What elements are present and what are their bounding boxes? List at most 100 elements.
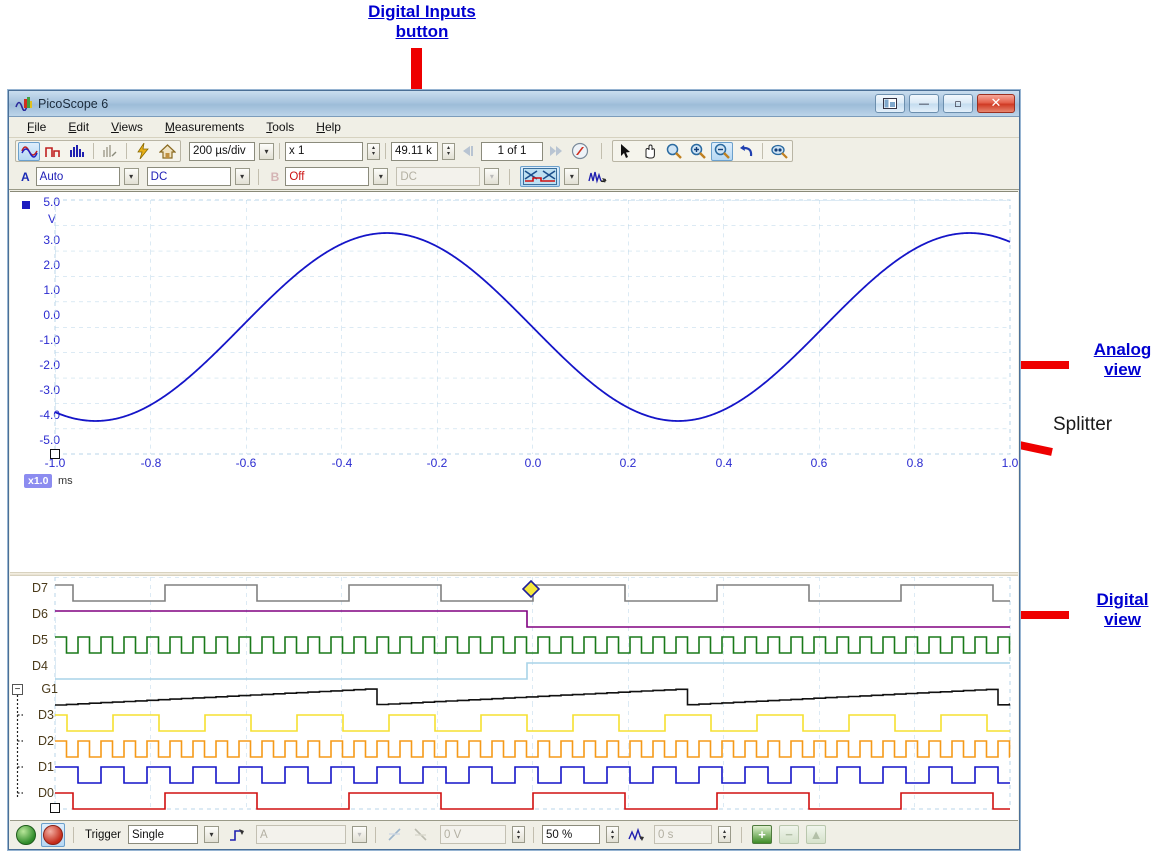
trigger-mode-dropdown[interactable]: ▾ bbox=[204, 826, 219, 843]
bar-view-button[interactable] bbox=[66, 142, 88, 161]
digital-label-d5[interactable]: D5 bbox=[18, 633, 48, 647]
post-trigger-delay-spinner[interactable]: ▴ ▾ bbox=[718, 826, 731, 843]
toolbar-separator-2 bbox=[126, 143, 127, 159]
digital-view-pane[interactable]: D7 D6 D5 D4 − G1 D3 D2 D1 D0 bbox=[10, 577, 1018, 821]
zoom-in-tool-button[interactable] bbox=[687, 142, 709, 161]
samples-spinner[interactable]: ▴ ▾ bbox=[442, 142, 455, 160]
rising-slope-icon bbox=[388, 828, 401, 841]
trigger-slope-rising-button[interactable] bbox=[384, 825, 406, 844]
trigger-level-value: 0 V bbox=[444, 828, 462, 841]
splitter[interactable] bbox=[10, 572, 1018, 576]
home-button[interactable] bbox=[156, 142, 178, 161]
x-scale-badge[interactable]: x1.0 bbox=[24, 474, 53, 488]
analog-plot bbox=[54, 199, 1011, 455]
buffer-prev-button[interactable] bbox=[457, 142, 479, 161]
multiplier-spinner[interactable]: ▴ ▾ bbox=[367, 142, 380, 160]
restore-layout-button[interactable] bbox=[875, 94, 905, 113]
x-tick-04: 0.4 bbox=[715, 456, 733, 470]
spectrum-view-button[interactable] bbox=[42, 142, 64, 161]
channel-b-coupling-dropdown[interactable]: ▾ bbox=[484, 168, 500, 185]
buffer-field[interactable]: 1 of 1 bbox=[481, 141, 543, 161]
timebase-dropdown[interactable]: ▾ bbox=[259, 142, 274, 160]
digital-label-d6[interactable]: D6 bbox=[18, 607, 48, 621]
post-trigger-button[interactable] bbox=[626, 825, 648, 844]
minimize-button[interactable]: — bbox=[909, 94, 939, 113]
sep-zoom bbox=[762, 143, 763, 159]
collapse-view-button[interactable]: ▲ bbox=[806, 825, 826, 844]
trigger-slope-falling-button[interactable] bbox=[410, 825, 432, 844]
channel-a-range-dropdown[interactable]: ▾ bbox=[123, 168, 139, 185]
channel-b-coupling-field[interactable]: DC bbox=[396, 167, 481, 186]
maximize-button[interactable]: ▫ bbox=[943, 94, 973, 113]
zoom-out-tool-button[interactable] bbox=[711, 141, 733, 161]
channel-a-coupling-dropdown[interactable]: ▾ bbox=[234, 168, 250, 185]
digital-label-d4[interactable]: D4 bbox=[18, 659, 48, 673]
channel-a-label[interactable]: A bbox=[21, 170, 30, 184]
menu-file[interactable]: File bbox=[27, 120, 46, 134]
x-tick-m06: -0.6 bbox=[235, 456, 257, 470]
channel-b-label[interactable]: B bbox=[271, 170, 280, 184]
pretrigger-spinner[interactable]: ▴ ▾ bbox=[606, 826, 619, 843]
graph-area: 5.0 V 3.0 2.0 1.0 0.0 -1.0 -2.0 -3.0 -4.… bbox=[10, 191, 1018, 821]
multiplier-field[interactable]: x 1 bbox=[285, 141, 363, 161]
digital-label-d7[interactable]: D7 bbox=[18, 581, 48, 595]
menu-help[interactable]: Help bbox=[316, 120, 341, 134]
pointer-tool-button[interactable] bbox=[615, 142, 637, 161]
mixed-signal-icon bbox=[588, 171, 607, 184]
main-toolbar: 200 µs/div ▾ x 1 ▴ ▾ 49.11 k ▴ ▾ 1 of 1 bbox=[9, 138, 1019, 164]
close-button[interactable]: ✕ bbox=[977, 94, 1015, 113]
trigger-edge-button[interactable] bbox=[226, 825, 248, 844]
stop-capture-button[interactable] bbox=[41, 822, 65, 847]
persistence-view-button[interactable] bbox=[99, 142, 121, 161]
trigger-mode-field[interactable]: Single bbox=[128, 825, 198, 844]
buffer-next-button[interactable] bbox=[545, 142, 567, 161]
samples-field[interactable]: 49.11 k bbox=[391, 141, 438, 161]
buffer-value: 1 of 1 bbox=[497, 145, 527, 157]
group-tree-lines bbox=[16, 695, 23, 797]
zoom-tools-group bbox=[612, 140, 793, 162]
start-capture-button[interactable] bbox=[15, 824, 37, 846]
annotation-arrow-digital-shaft bbox=[1013, 611, 1069, 619]
mixed-signal-button[interactable] bbox=[587, 167, 609, 186]
trigger-level-field[interactable]: 0 V bbox=[440, 825, 506, 844]
compass-button[interactable] bbox=[569, 142, 591, 161]
scope-view-button[interactable] bbox=[18, 141, 40, 161]
x-tick-m04: -0.4 bbox=[331, 456, 353, 470]
sep-ch bbox=[257, 168, 259, 185]
x-tick-06: 0.6 bbox=[810, 456, 828, 470]
digital-origin-handle[interactable] bbox=[50, 803, 60, 813]
zoom-overview-button[interactable] bbox=[768, 142, 790, 161]
trigger-source-field[interactable]: A bbox=[256, 825, 346, 844]
undo-zoom-button[interactable] bbox=[735, 142, 757, 161]
menu-measurements[interactable]: Measurements bbox=[165, 120, 244, 134]
timebase-field[interactable]: 200 µs/div bbox=[189, 141, 255, 161]
channel-b-range-field[interactable]: Off bbox=[285, 167, 370, 186]
menu-views[interactable]: Views bbox=[111, 120, 143, 134]
menu-tools[interactable]: Tools bbox=[266, 120, 294, 134]
autosetup-button[interactable] bbox=[132, 142, 154, 161]
trigger-level-spinner[interactable]: ▴ ▾ bbox=[512, 826, 525, 843]
zoom-select-tool-button[interactable] bbox=[663, 142, 685, 161]
pretrigger-field[interactable]: 50 % bbox=[542, 825, 600, 844]
start-capture-icon bbox=[16, 824, 36, 845]
close-icon: ✕ bbox=[990, 96, 1002, 111]
axis-origin-handle[interactable] bbox=[50, 449, 60, 459]
channel-b-range-dropdown[interactable]: ▾ bbox=[373, 168, 389, 185]
digital-inputs-button[interactable] bbox=[520, 166, 561, 187]
trigger-source-dropdown[interactable]: ▾ bbox=[352, 826, 367, 843]
x-axis-unit: ms bbox=[58, 475, 73, 487]
autosetup-icon bbox=[137, 143, 149, 159]
digital-inputs-icon bbox=[523, 168, 558, 185]
digital-inputs-dropdown[interactable]: ▾ bbox=[564, 168, 580, 185]
hand-pan-tool-button[interactable] bbox=[639, 142, 661, 161]
timebase-value: 200 µs/div bbox=[193, 145, 246, 157]
remove-view-button[interactable]: − bbox=[779, 825, 799, 844]
channel-a-coupling-field[interactable]: DC bbox=[146, 167, 231, 186]
post-trigger-delay-field[interactable]: 0 s bbox=[654, 825, 712, 844]
trigger-marker[interactable] bbox=[522, 580, 540, 598]
analog-view-pane[interactable]: 5.0 V 3.0 2.0 1.0 0.0 -1.0 -2.0 -3.0 -4.… bbox=[10, 192, 1018, 572]
undo-zoom-icon bbox=[740, 144, 753, 156]
channel-a-range-field[interactable]: Auto bbox=[35, 167, 120, 186]
menu-edit[interactable]: Edit bbox=[68, 120, 89, 134]
add-view-button[interactable]: + bbox=[752, 825, 772, 844]
